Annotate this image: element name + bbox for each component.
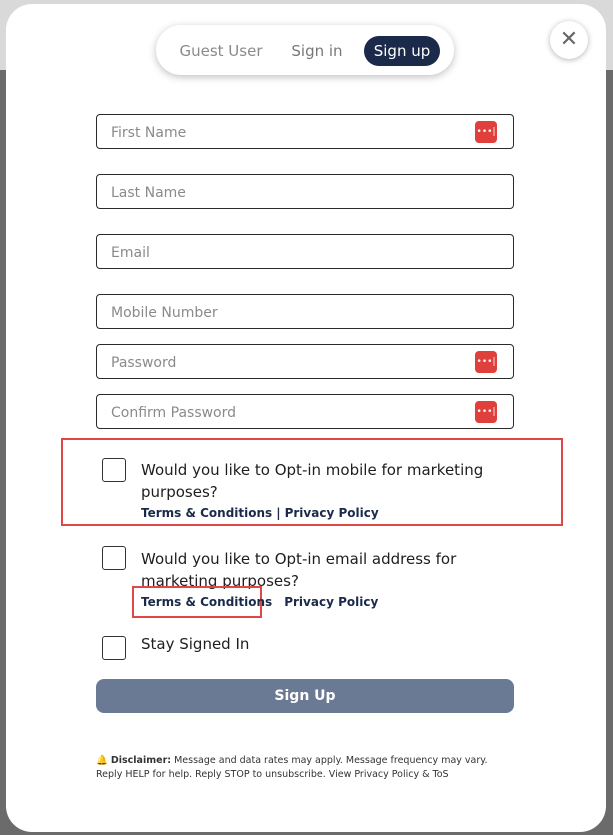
- password-manager-icon[interactable]: •••|: [475, 401, 497, 423]
- close-icon[interactable]: ✕: [550, 21, 588, 59]
- terms-conditions-link[interactable]: Terms & Conditions: [141, 506, 272, 520]
- tab-sign-in[interactable]: Sign in: [284, 36, 350, 66]
- first-name-input[interactable]: [109, 115, 473, 150]
- email-field: [96, 234, 514, 270]
- password-manager-icon[interactable]: •••|: [475, 121, 497, 143]
- optin-email-checkbox[interactable]: [102, 546, 126, 570]
- password-manager-icon[interactable]: •••|: [475, 351, 497, 373]
- last-name-input[interactable]: [109, 175, 473, 210]
- first-name-field: •••|: [96, 114, 514, 150]
- email-input[interactable]: [109, 235, 473, 270]
- terms-conditions-link[interactable]: Terms & Conditions: [141, 595, 272, 609]
- mobile-field: [96, 294, 514, 330]
- disclaimer-label: Disclaimer:: [110, 755, 172, 766]
- password-field: •••|: [96, 344, 514, 380]
- stay-signed-in-checkbox[interactable]: [102, 636, 126, 660]
- privacy-policy-link[interactable]: Privacy Policy: [284, 595, 378, 609]
- disclaimer: 🔔 Disclaimer: Message and data rates may…: [96, 754, 516, 782]
- signup-modal: Guest User Sign in Sign up ✕ •••| •••| •…: [6, 4, 606, 832]
- sign-up-button[interactable]: Sign Up: [96, 679, 514, 713]
- confirm-password-field: •••|: [96, 394, 514, 430]
- bell-icon: 🔔: [96, 755, 108, 766]
- tab-sign-up[interactable]: Sign up: [364, 36, 440, 66]
- password-input[interactable]: [109, 345, 473, 380]
- optin-email-links: Terms & Conditions Privacy Policy: [141, 595, 378, 609]
- stay-signed-in-label: Stay Signed In: [141, 635, 250, 653]
- optin-mobile-links: Terms & Conditions | Privacy Policy: [141, 506, 379, 520]
- optin-mobile-checkbox[interactable]: [102, 458, 126, 482]
- last-name-field: [96, 174, 514, 210]
- tab-guest-user[interactable]: Guest User: [176, 36, 266, 66]
- mobile-input[interactable]: [109, 295, 473, 330]
- privacy-policy-link[interactable]: Privacy Policy: [285, 506, 379, 520]
- auth-tabs: Guest User Sign in Sign up: [156, 25, 454, 75]
- link-separator: |: [276, 506, 281, 520]
- confirm-password-input[interactable]: [109, 395, 473, 430]
- optin-mobile-label: Would you like to Opt-in mobile for mark…: [141, 461, 484, 501]
